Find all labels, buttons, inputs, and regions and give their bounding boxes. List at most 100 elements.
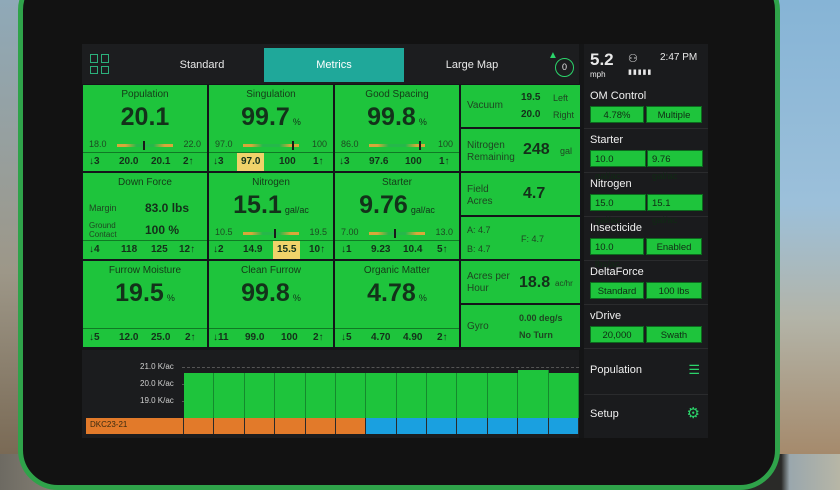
metric-footer: ↓11 99.0 100 2↑ (209, 328, 333, 347)
gauge: 7.00 13.0 (341, 227, 453, 238)
metric-title: Population (121, 89, 169, 100)
ground-contact-label: Ground Contact (89, 221, 117, 239)
hybrid-strip-segment (548, 418, 579, 434)
population-bar (396, 372, 428, 418)
hybrid-strip-segment (335, 418, 367, 434)
gauge: 10.5 19.5 (215, 227, 327, 238)
metric-title: Down Force (118, 177, 172, 188)
population-bar (518, 370, 549, 418)
hybrid-strip-segment (518, 418, 549, 434)
metric-abf-acres[interactable]: A: 4.7 B: 4.7 F: 4.7 (460, 216, 581, 260)
monitor-screen: Standard Metrics Large Map ▲ 0 Populatio… (82, 44, 708, 438)
tab-large-map[interactable]: Large Map (412, 48, 532, 82)
metric-value: 20.1 (120, 103, 170, 131)
metric-title: Good Spacing (365, 89, 429, 100)
metric-footer: ↓2 14.9 15.5 10↑ (209, 240, 333, 259)
metric-good-spacing[interactable]: Good Spacing 99.8% 86.0 100 ↓3 97.6 100 … (334, 84, 460, 172)
gauge: 97.0 100 (215, 139, 327, 150)
metric-value: 99.8% (367, 103, 427, 131)
metric-footer: ↓3 97.0 100 1↑ (209, 152, 333, 171)
metric-clean-furrow[interactable]: Clean Furrow 99.8% ↓11 99.0 100 2↑ (208, 260, 334, 348)
metric-title: Nitrogen (252, 177, 290, 188)
metric-footer: ↓5 4.70 4.90 2↑ (335, 328, 459, 347)
metric-value: 99.7% (241, 103, 301, 131)
population-button[interactable]: Population ☰ (584, 350, 708, 395)
gauge: 86.0 100 (341, 139, 453, 150)
hybrid-strip-segment (457, 418, 488, 434)
gauge-low: 18.0 (89, 139, 107, 149)
metric-singulation[interactable]: Singulation 99.7% 97.0 100 ↓3 97.0 100 1… (208, 84, 334, 172)
metric-value: 19.5% (115, 279, 175, 307)
margin-value: 83.0 lbs (145, 201, 190, 215)
tab-metrics[interactable]: Metrics (264, 48, 404, 82)
metric-vacuum[interactable]: Vacuum 19.5 Left 20.0 Right (460, 84, 581, 128)
population-chart: 21.0 K/ac 20.0 K/ac 19.0 K/ac DKC23-21 (82, 350, 579, 438)
metric-field-acres[interactable]: Field Acres 4.7 (460, 172, 581, 216)
metric-furrow-moisture[interactable]: Furrow Moisture 19.5% ↓5 12.0 25.0 2↑ (82, 260, 208, 348)
metric-value: 4.78% (367, 279, 427, 307)
population-bar (427, 372, 458, 418)
y-label-21: 21.0 K/ac (140, 362, 174, 371)
sidebar-item-starter[interactable]: Starter 10.0 gal/ac 9.76 gal/ac (584, 130, 708, 182)
ground-contact-value: 100 % (145, 223, 180, 237)
menu-icon: ☰ (688, 362, 700, 377)
population-bar (487, 372, 519, 418)
grid-menu-icon[interactable] (90, 54, 110, 74)
gauge-high: 22.0 (183, 139, 201, 149)
status-bar: 5.2 mph ⚇ ▮▮▮▮▮ 2:47 PM (584, 44, 708, 84)
metric-down-force[interactable]: Down Force Margin 83.0 lbs Ground Contac… (82, 172, 208, 260)
setup-button[interactable]: Setup ⚙ (584, 394, 708, 438)
hybrid-strip-segment (244, 418, 276, 434)
hybrid-label: DKC23-21 (90, 420, 128, 429)
metric-value: 15.1 gal/ac (233, 191, 309, 219)
up-arrow-icon: ▲ (548, 50, 558, 61)
metric-title: Furrow Moisture (108, 265, 182, 276)
clock-time: 2:47 PM (660, 52, 698, 63)
metric-title: Organic Matter (363, 265, 431, 276)
metric-organic-matter[interactable]: Organic Matter 4.78% ↓5 4.70 4.90 2↑ (334, 260, 460, 348)
metric-nitrogen-remaining[interactable]: Nitrogen Remaining 248 gal (460, 128, 581, 172)
metric-title: Singulation (246, 89, 296, 100)
margin-label: Margin (89, 203, 117, 213)
metric-population[interactable]: Population 20.1 18.0 22.0 ↓3 20.0 20.1 2… (82, 84, 208, 172)
sidebar: 5.2 mph ⚇ ▮▮▮▮▮ 2:47 PM OM Control 4.78%… (584, 44, 708, 438)
population-bar (184, 372, 215, 418)
metric-title: Starter (381, 177, 412, 188)
metric-footer: ↓3 97.6 100 1↑ (335, 152, 459, 171)
population-bar (305, 372, 336, 418)
background-right (775, 0, 840, 454)
speed-unit: mph (590, 70, 606, 79)
metric-acres-per-hour[interactable]: Acres per Hour 18.8 ac/hr (460, 260, 581, 304)
hybrid-strip-segment (305, 418, 336, 434)
sidebar-item-nitrogen[interactable]: Nitrogen 15.0 gal/ac 15.1 gal/ac (584, 174, 708, 226)
sidebar-item-deltaforce[interactable]: DeltaForce Standard 100 lbs (584, 262, 708, 305)
population-bar (366, 372, 397, 418)
sidebar-item-om-control[interactable]: OM Control 4.78% Multiple (584, 86, 708, 129)
hybrid-strip-segment (214, 418, 245, 434)
population-bar (275, 372, 306, 418)
metric-footer: ↓4 118 125 12↑ (83, 240, 207, 259)
metric-starter[interactable]: Starter 9.76 gal/ac 7.00 13.0 ↓1 9.23 10.… (334, 172, 460, 260)
tab-standard[interactable]: Standard (142, 48, 262, 82)
metric-value: 9.76 gal/ac (359, 191, 435, 219)
metric-footer: ↓3 20.0 20.1 2↑ (83, 152, 207, 171)
y-label-20: 20.0 K/ac (140, 379, 174, 388)
hybrid-strip-segment (396, 418, 428, 434)
tab-bar: Standard Metrics Large Map ▲ 0 (82, 44, 579, 84)
sidebar-item-insecticide[interactable]: Insecticide 10.0 lbs/ac Enabled (584, 218, 708, 270)
alerts-button[interactable]: ▲ 0 (548, 50, 576, 77)
metric-value: 99.8% (241, 279, 301, 307)
population-bar (244, 372, 276, 418)
alert-count: 0 (555, 58, 574, 77)
population-bar (457, 372, 488, 418)
metric-footer: ↓1 9.23 10.4 5↑ (335, 240, 459, 259)
satellite-icon: ⚇ (628, 53, 638, 65)
population-bar (214, 372, 245, 418)
speed-value: 5.2 (590, 50, 614, 69)
metric-gyro[interactable]: Gyro 0.00 deg/s No Turn (460, 304, 581, 348)
hybrid-strip-segment (366, 418, 397, 434)
metric-footer: ↓5 12.0 25.0 2↑ (83, 328, 207, 347)
sidebar-item-vdrive[interactable]: vDrive 20,000 Swath (584, 306, 708, 349)
metric-nitrogen[interactable]: Nitrogen 15.1 gal/ac 10.5 19.5 ↓2 14.9 15… (208, 172, 334, 260)
signal-bars-icon: ▮▮▮▮▮ (628, 69, 653, 76)
